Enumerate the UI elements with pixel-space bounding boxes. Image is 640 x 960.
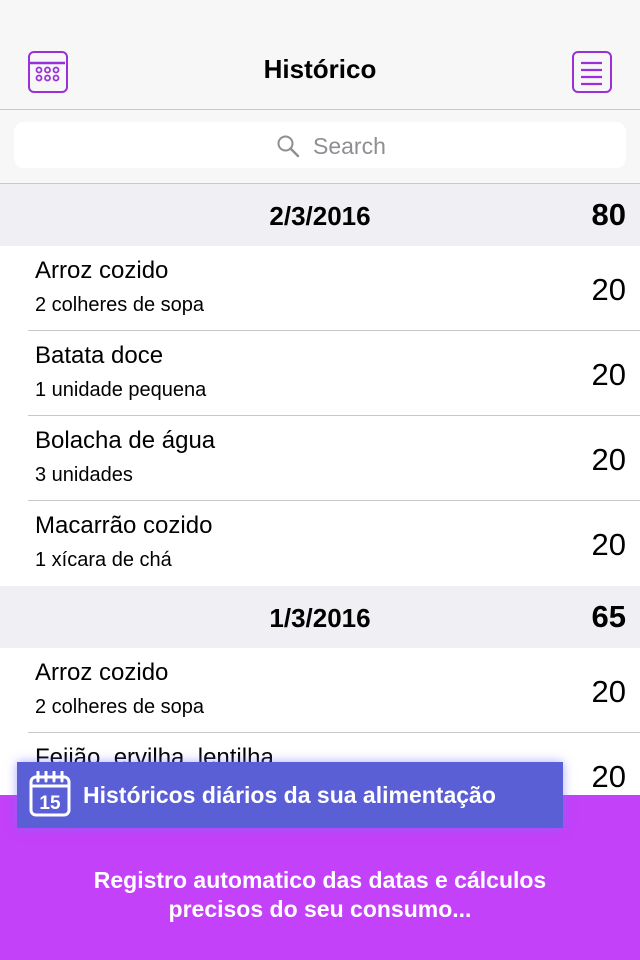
food-value: 20 — [591, 357, 626, 392]
search-bar: Search — [0, 110, 640, 184]
food-value: 20 — [591, 272, 626, 307]
food-value: 20 — [591, 759, 626, 794]
section-header-date: 2/3/2016 80 — [0, 184, 640, 246]
food-name: Arroz cozido — [35, 257, 169, 284]
food-quantity: 3 unidades — [35, 464, 133, 486]
calendar-day-number: 15 — [39, 793, 61, 814]
section-header-date: 1/3/2016 65 — [0, 586, 640, 648]
list-icon — [581, 61, 602, 86]
table-row[interactable]: Batata doce 1 unidade pequena 20 — [0, 331, 640, 416]
food-name: Macarrão cozido — [35, 512, 213, 539]
food-name: Bolacha de água — [35, 427, 216, 454]
section-total: 80 — [591, 197, 626, 232]
food-quantity: 1 xícara de chá — [35, 549, 172, 571]
navigation-bar: Histórico — [0, 0, 640, 110]
food-name: Batata doce — [35, 342, 164, 369]
promo-description-line: Registro automatico das datas e cálculos — [93, 867, 547, 893]
food-value: 20 — [591, 674, 626, 709]
section-date: 1/3/2016 — [269, 603, 371, 633]
table-row[interactable]: Arroz cozido 2 colheres de sopa 20 — [0, 648, 640, 733]
list-button[interactable] — [572, 51, 612, 93]
food-name: Arroz cozido — [35, 659, 169, 686]
calendar-15-icon: 15 — [29, 771, 71, 817]
food-quantity: 2 colheres de sopa — [35, 696, 205, 718]
promo-description: Registro automatico das datas e cálculos… — [20, 866, 620, 924]
food-quantity: 1 unidade pequena — [35, 379, 207, 401]
search-placeholder: Search — [313, 133, 386, 159]
table-row[interactable]: Macarrão cozido 1 xícara de chá 20 — [0, 501, 640, 586]
search-icon — [277, 135, 300, 158]
promo-banner-text: Históricos diários da sua alimentação — [83, 782, 496, 808]
page-title: Histórico — [263, 54, 377, 84]
food-value: 20 — [591, 527, 626, 562]
promo-banner: 15 Históricos diários da sua alimentação — [17, 762, 563, 828]
food-quantity: 2 colheres de sopa — [35, 294, 205, 316]
table-row[interactable]: Arroz cozido 2 colheres de sopa 20 — [0, 246, 640, 331]
table-row[interactable]: Bolacha de água 3 unidades 20 — [0, 416, 640, 501]
promo-description-line: precisos do seu consumo... — [168, 896, 472, 922]
section-total: 65 — [591, 599, 626, 634]
search-input[interactable]: Search — [14, 122, 626, 168]
section-date: 2/3/2016 — [269, 201, 371, 231]
food-value: 20 — [591, 442, 626, 477]
